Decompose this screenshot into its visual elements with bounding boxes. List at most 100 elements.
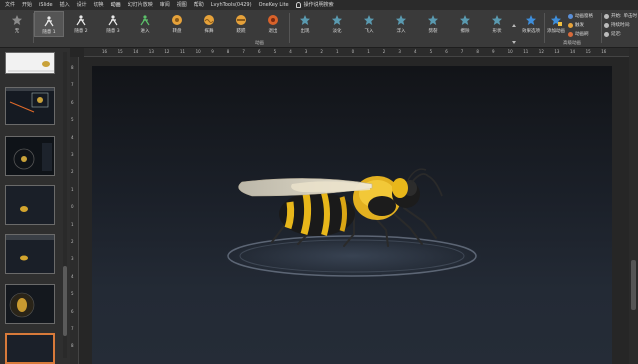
lightbulb-icon [295,2,301,8]
ruler-tick: 0 [351,49,355,54]
animation-button-1[interactable]: 随意 1 [34,11,64,37]
animation-label: 形状 [492,29,502,34]
random-path-icon [108,15,118,26]
clock-icon [604,22,609,28]
animation-button-15[interactable]: 形状 [482,11,512,37]
menu-design[interactable]: 设计 [77,0,87,10]
animation-painter-button[interactable]: 动画刷 [568,31,589,37]
thumbnail-preview [6,235,54,273]
ruler-tick: 13 [148,49,154,54]
menu-file[interactable]: 文件 [5,0,15,10]
animation-button-10[interactable]: 淡化 [322,11,352,37]
ruler-tick: 14 [570,49,576,54]
ruler-tick: 8 [71,65,74,70]
menu-islide[interactable]: iSlide [39,0,53,10]
none-star-icon [12,15,22,25]
menu-animations[interactable]: 动画 [111,0,121,10]
delay-setting[interactable]: 延迟: [604,31,622,37]
animation-pane-label: 动画窗格 [575,14,593,19]
painter-icon [568,31,573,37]
ruler-tick: 3 [71,152,74,157]
animation-button-6[interactable]: 挥舞 [194,11,224,37]
ruler-tick: 1 [71,221,74,227]
ruler-tick: 11 [523,49,529,54]
menu-bar: 文件 开始 iSlide 插入 设计 切换 动画 幻灯片放映 审阅 视图 帮助 … [0,0,638,10]
menu-lvyhtools[interactable]: LvyhTools(0429) [211,0,252,10]
ruler-tick: 10 [507,49,513,54]
thumbnail-preview [6,285,54,323]
menu-review[interactable]: 审阅 [160,0,170,10]
animation-button-12[interactable]: 浮入 [386,11,416,37]
animation-button-2[interactable]: 随意 2 [66,11,96,37]
ruler-tick: 4 [71,134,74,140]
slide-thumbnail[interactable] [5,234,55,274]
animation-button-7[interactable]: 跷跷 [226,11,256,37]
bee-illustration[interactable] [92,66,612,364]
trigger-icon [568,22,573,28]
menu-slideshow[interactable]: 幻灯片放映 [128,0,153,10]
slide-thumbnail[interactable] [5,136,55,176]
ruler-tick: 5 [71,291,74,297]
animation-label: 随意 3 [106,29,120,34]
delay-icon [604,31,609,37]
animation-button-8[interactable]: 退出 [258,11,288,37]
animation-label: 淡化 [332,29,342,34]
animation-label: 挥舞 [204,29,214,34]
slide-canvas[interactable] [92,66,612,364]
canvas-vertical-scrollbar[interactable] [629,48,638,364]
tell-me-search[interactable]: 操作说明搜索 [304,0,334,10]
animation-button-0[interactable]: 无 [2,11,32,37]
wipe-star-icon [460,15,470,25]
slide-thumbnail[interactable] [5,284,55,324]
menu-onekey[interactable]: OneKey Lite [259,0,289,10]
ruler-tick: 15 [117,49,123,54]
slide-thumbnail[interactable] [5,52,55,74]
animation-button-14[interactable]: 擦除 [450,11,480,37]
chevron-down-icon[interactable] [512,41,516,44]
ruler-tick: 13 [554,49,560,54]
ruler-tick: 3 [71,256,74,262]
animation-button-13[interactable]: 劈裂 [418,11,448,37]
animation-pane-button[interactable]: 动画窗格 [568,13,593,19]
ruler-tick: 16 [601,49,607,54]
slide-thumbnail-selected[interactable] [5,333,55,364]
duration-setting[interactable]: 持续时间: [604,22,631,28]
powerpoint-window: 文件 开始 iSlide 插入 设计 切换 动画 幻灯片放映 审阅 视图 帮助 … [0,0,638,364]
ruler-tick: 11 [180,49,186,54]
fade-star-icon [332,15,342,25]
canvas-scroll-handle[interactable] [631,260,636,310]
ruler-tick: 6 [258,49,261,54]
animation-button-5[interactable]: 转盘 [162,11,192,37]
slide-thumbnail-pane [0,48,70,364]
ruler-tick: 6 [71,308,74,314]
ruler-tick: 2 [382,49,386,54]
animation-button-4[interactable]: 进入 [130,11,160,37]
trigger-button[interactable]: 触发 [568,22,584,28]
animation-button-9[interactable]: 出现 [290,11,320,37]
menu-view[interactable]: 视图 [177,0,187,10]
ruler-tick: 7 [242,49,245,54]
thumbnail-scroll-handle[interactable] [63,266,67,336]
menu-transitions[interactable]: 切换 [94,0,104,10]
effect-options-button[interactable]: 效果选项 [516,11,546,37]
menu-help[interactable]: 帮助 [194,0,204,10]
animation-label: 浮入 [396,29,406,34]
effect-options-label: 效果选项 [522,29,540,34]
slide-thumbnail[interactable] [5,87,55,125]
start-value[interactable]: 单击时 [624,13,638,19]
split-star-icon [428,15,438,25]
thumbnail-preview [6,88,54,124]
animation-button-3[interactable]: 随意 3 [98,11,128,37]
menu-insert[interactable]: 插入 [60,0,70,10]
animation-label: 擦除 [460,29,470,34]
ruler-tick: 9 [492,49,495,54]
slide-thumbnail[interactable] [5,185,55,225]
duration-label: 持续时间: [611,23,631,28]
thumbnail-preview [7,335,53,362]
ruler-tick: 6 [445,49,448,54]
animation-button-11[interactable]: 飞入 [354,11,384,37]
menu-home[interactable]: 开始 [22,0,32,10]
start-setting[interactable]: 开始: 单击时 [604,13,637,19]
add-animation-button[interactable]: 添加动画 [545,11,567,37]
painter-label: 动画刷 [575,32,589,37]
